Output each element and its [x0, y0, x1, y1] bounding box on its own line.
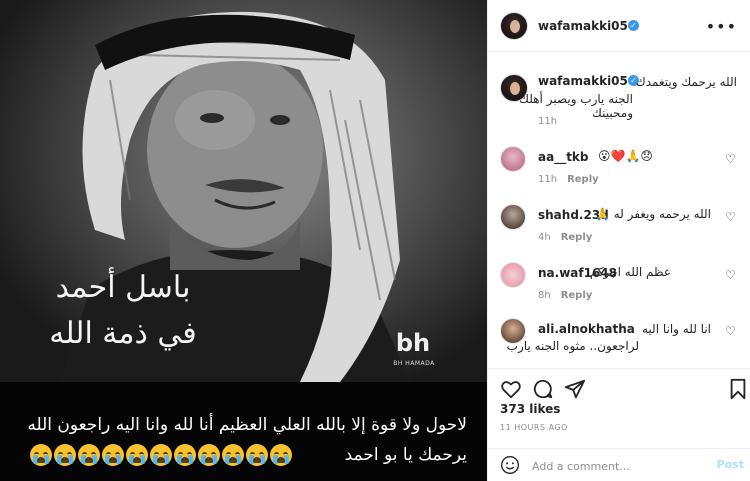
- comment-meta: 11h Reply: [538, 174, 599, 185]
- crying-face-icon: [222, 444, 244, 466]
- post-side-panel: wafamakki05 ✓ ••• wafamakki05 ✓ الله يرح…: [487, 0, 750, 481]
- crying-face-icon: [198, 444, 220, 466]
- heart-icon[interactable]: [500, 378, 522, 400]
- caption-text-line-1: الله يرحمك ويتغمدك: [635, 75, 737, 89]
- avatar[interactable]: [500, 146, 526, 172]
- svg-text:bh: bh: [396, 329, 430, 357]
- like-comment-heart-icon[interactable]: ♡: [725, 153, 737, 165]
- comment-meta: 4h Reply: [538, 232, 593, 243]
- emoji-icon[interactable]: [500, 455, 520, 475]
- comment-text: 😮❤️🙏😞: [598, 149, 653, 163]
- bh-logo-icon: bh: [396, 329, 430, 357]
- caption-time: 11h: [538, 116, 558, 127]
- post-header: wafamakki05 ✓ •••: [488, 0, 750, 52]
- overlay-subtitle-text: في ذمة الله: [49, 316, 197, 351]
- instagram-post-modal: باسل أحمد في ذمة الله bh BH HAMADA لاحول…: [0, 0, 750, 481]
- comment-username[interactable]: aa__tkb: [538, 150, 589, 164]
- portrait-photo: باسل أحمد في ذمة الله bh BH HAMADA: [0, 0, 487, 382]
- comment-input[interactable]: [532, 458, 712, 474]
- comment-text: انا لله وانا اليه: [641, 322, 711, 336]
- caption-username[interactable]: wafamakki05: [538, 74, 628, 88]
- comment-meta: 8h Reply: [538, 290, 593, 301]
- reply-button[interactable]: Reply: [561, 232, 593, 243]
- reply-button[interactable]: Reply: [561, 290, 593, 301]
- logo-caption: BH HAMADA: [393, 360, 435, 367]
- crying-face-icon: [270, 444, 292, 466]
- likes-count[interactable]: 373 likes: [500, 402, 560, 416]
- crying-face-icon: [102, 444, 124, 466]
- avatar[interactable]: [500, 262, 526, 288]
- overlay-name-text: باسل أحمد: [55, 270, 191, 305]
- post-time-ago: 11 HOURS AGO: [500, 423, 568, 432]
- crying-face-icon: [78, 444, 100, 466]
- comment-text: الله يرحمه ويغفر له 🙏: [594, 207, 711, 221]
- post-image[interactable]: باسل أحمد في ذمة الله bh BH HAMADA لاحول…: [0, 0, 487, 481]
- bookmark-icon[interactable]: [727, 378, 749, 400]
- crying-face-icon: [246, 444, 268, 466]
- like-comment-heart-icon[interactable]: ♡: [725, 269, 737, 281]
- header-username[interactable]: wafamakki05: [538, 19, 628, 33]
- comment-text-line-2: لراجعون.. مثوه الجنه يارب: [506, 339, 639, 353]
- more-options-icon[interactable]: •••: [706, 17, 737, 36]
- reply-button[interactable]: Reply: [567, 174, 599, 185]
- crying-face-icon: [150, 444, 172, 466]
- crying-face-icon: [30, 444, 52, 466]
- crying-face-icon: [54, 444, 76, 466]
- comment-text: عظم الله اجركم: [589, 265, 671, 279]
- avatar[interactable]: [500, 204, 526, 230]
- caption-text-line-2: الجنه يارب ويصبر أهلك ومحبينك: [519, 92, 633, 120]
- comments-list: wafamakki05 ✓ الله يرحمك ويتغمدك الجنه ي…: [488, 52, 750, 368]
- crying-face-icon: [126, 444, 148, 466]
- share-icon[interactable]: [564, 378, 586, 400]
- comment-username[interactable]: ali.alnokhatha: [538, 322, 635, 336]
- crying-emoji-row: [30, 444, 340, 468]
- avatar[interactable]: [500, 12, 528, 40]
- like-comment-heart-icon[interactable]: ♡: [725, 325, 737, 337]
- image-caption-line-1: لاحول ولا قوة إلا بالله العلي العظيم أنا…: [27, 415, 467, 435]
- like-comment-heart-icon[interactable]: ♡: [725, 211, 737, 223]
- comment-icon[interactable]: [532, 378, 554, 400]
- verified-badge-icon: ✓: [628, 20, 639, 31]
- crying-face-icon: [174, 444, 196, 466]
- post-button[interactable]: Post: [717, 458, 744, 471]
